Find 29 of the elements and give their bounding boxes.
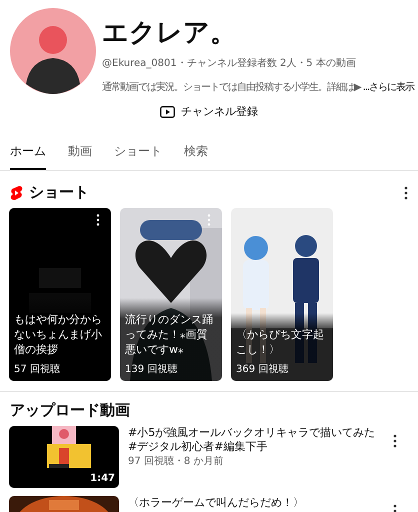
channel-description: 通常動画では実況。ショートでは自由投稿する小学生。詳細は▶	[102, 80, 361, 94]
short-title: 流行りのダンス踊ってみた！⁎画質悪いですw⁎	[125, 312, 214, 357]
short-title: 〈からぴち文字起こし！〉	[236, 327, 325, 357]
view-count: 139 回視聴	[125, 362, 178, 376]
video-title[interactable]: 〈ホラーゲームで叫んだらだめ！〉	[128, 496, 384, 510]
subscribe-button[interactable]: チャンネル登録	[152, 100, 266, 123]
show-more-link[interactable]: ...さらに表示	[362, 80, 414, 94]
tab[interactable]: 検索	[184, 143, 208, 170]
short-card[interactable]: 〈からぴち文字起こし！〉 369 回視聴	[231, 208, 333, 381]
more-icon[interactable]	[404, 186, 408, 200]
section-title: ショート	[29, 183, 90, 202]
short-card[interactable]: 流行りのダンス踊ってみた！⁎画質悪いですw⁎ 139 回視聴	[120, 208, 222, 381]
channel-meta: @Ekurea_0801・チャンネル登録者数 2人・5 本の動画	[102, 56, 357, 70]
tab[interactable]: 動画	[68, 143, 92, 170]
tab[interactable]: ホーム	[10, 143, 46, 170]
short-title: もはや何か分からないちょんまげ小僧の挨拶	[14, 312, 103, 357]
view-count: 369 回視聴	[236, 362, 290, 376]
play-icon	[160, 106, 175, 118]
video-meta: 97 回視聴・8 か月前	[128, 454, 224, 468]
section-title: アップロード動画	[10, 401, 131, 420]
more-icon[interactable]	[96, 214, 100, 226]
channel-name: エクレア。	[102, 17, 237, 50]
video-title[interactable]: #小5が強風オールバックオリキャラで描いてみた#デジタル初心者#編集下手	[128, 426, 384, 454]
shorts-icon	[10, 184, 23, 200]
duration: 1:47	[90, 473, 115, 484]
tab[interactable]: ショート	[114, 143, 162, 170]
view-count: 57 回視聴	[14, 362, 61, 376]
short-card[interactable]: もはや何か分からないちょんまげ小僧の挨拶 57 回視聴	[9, 208, 111, 381]
more-icon[interactable]	[393, 434, 397, 448]
